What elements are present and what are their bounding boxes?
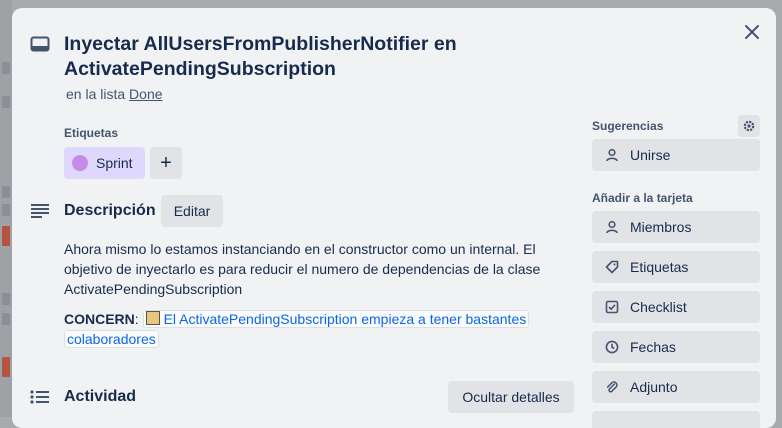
board-card-fragment (2, 186, 10, 198)
person-icon (604, 147, 620, 163)
description-text: Ahora mismo lo estamos instanciando en e… (64, 241, 541, 297)
gear-icon (743, 120, 755, 132)
person-icon (604, 219, 620, 235)
card-detail-modal: Inyectar AllUsersFromPublisherNotifier e… (12, 8, 776, 428)
activity-icon (30, 389, 50, 405)
board-card-fragment (2, 96, 10, 108)
close-icon (745, 25, 759, 39)
description-icon (30, 203, 50, 219)
labels-label: Etiquetas (630, 259, 689, 275)
board-card-fragment (2, 293, 10, 305)
labels-button[interactable]: Etiquetas (592, 251, 760, 283)
attachment-label: Adjunto (630, 379, 678, 395)
board-card-label (2, 357, 10, 377)
paperclip-icon (604, 379, 620, 395)
description-heading: Descripción (64, 202, 156, 219)
board-card-label (2, 226, 10, 246)
hide-details-button[interactable]: Ocultar detalles (448, 381, 574, 413)
attachment-button[interactable]: Adjunto (592, 371, 760, 403)
suggestions-settings-button[interactable] (738, 115, 760, 137)
card-icon (30, 36, 50, 52)
board-card-fragment (2, 204, 10, 216)
list-location: en la lista Done (66, 86, 163, 102)
board-card-fragment (2, 62, 10, 74)
list-name-link[interactable]: Done (129, 86, 162, 102)
list-prefix: en la lista (66, 86, 126, 102)
join-button[interactable]: Unirse (592, 139, 760, 171)
labels-heading: Etiquetas (64, 126, 119, 140)
board-background (0, 0, 12, 417)
more-sidebar-button[interactable] (592, 411, 760, 428)
checklist-label: Checklist (630, 299, 687, 315)
concern-separator: : (134, 311, 139, 327)
join-label: Unirse (630, 147, 671, 163)
edit-description-button[interactable]: Editar (161, 195, 223, 227)
dates-label: Fechas (630, 339, 676, 355)
card-title[interactable]: Inyectar AllUsersFromPublisherNotifier e… (64, 32, 534, 82)
add-to-card-heading: Añadir a la tarjeta (592, 191, 693, 205)
clock-icon (604, 339, 620, 355)
trello-card-icon (145, 311, 160, 325)
activity-heading: Actividad (64, 388, 137, 405)
checklist-button[interactable]: Checklist (592, 291, 760, 323)
close-button[interactable] (742, 22, 762, 42)
board-card-fragment (2, 313, 10, 325)
concern-line: CONCERN: El ActivatePendingSubscription … (64, 309, 554, 349)
concern-label: CONCERN (64, 311, 135, 327)
members-button[interactable]: Miembros (592, 211, 760, 243)
add-label-button[interactable]: + (150, 147, 182, 179)
checkbox-icon (604, 299, 620, 315)
label-color-dot (72, 155, 88, 171)
label-chip-text: Sprint (96, 155, 133, 171)
suggestions-heading: Sugerencias (592, 119, 664, 133)
tag-icon (604, 259, 620, 275)
label-chip-sprint[interactable]: Sprint (64, 147, 145, 179)
dates-button[interactable]: Fechas (592, 331, 760, 363)
members-label: Miembros (630, 219, 692, 235)
